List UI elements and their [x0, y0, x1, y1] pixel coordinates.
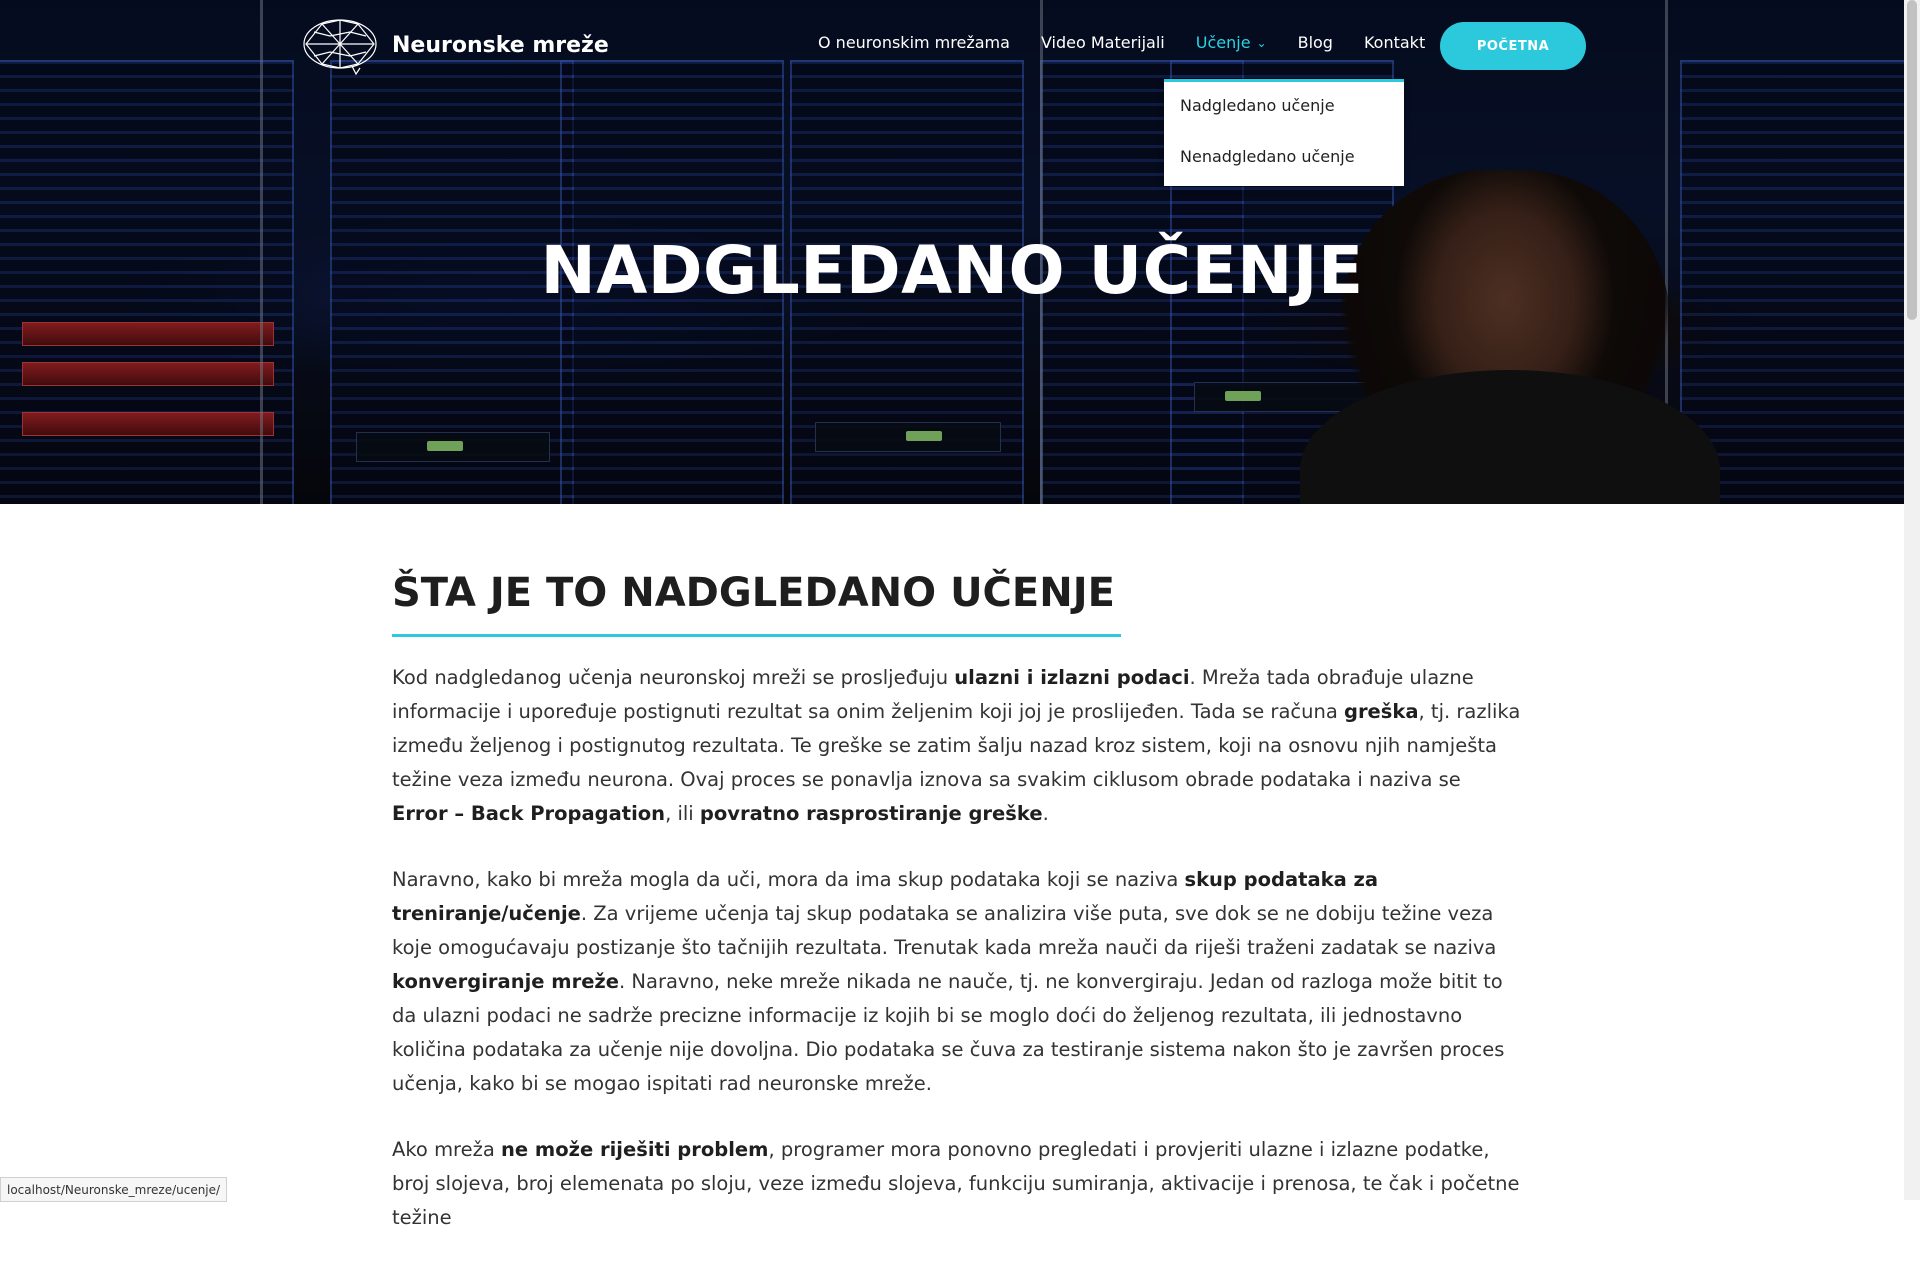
ucenje-dropdown-menu: Nadgledano učenje Nenadgledano učenje: [1164, 79, 1404, 186]
brain-icon: [303, 19, 377, 76]
nav-o-neuronskim-mrezama[interactable]: O neuronskim mrežama: [818, 33, 1010, 52]
paragraph-1: Kod nadgledanog učenja neuronskoj mreži …: [392, 666, 1521, 825]
scrollbar-thumb[interactable]: [1907, 0, 1917, 320]
hero-title: NADGLEDANO UČENJE: [540, 232, 1364, 309]
page-scrollbar[interactable]: [1904, 0, 1920, 1200]
title-underline: [392, 634, 1121, 637]
paragraph-3: Ako mreža ne može riješiti problem, prog…: [392, 1138, 1520, 1229]
nav-ucenje[interactable]: Učenje ⌄: [1196, 33, 1267, 52]
paragraph-2: Naravno, kako bi mreža mogla da uči, mor…: [392, 868, 1505, 1095]
nav-blog[interactable]: Blog: [1298, 33, 1333, 52]
pocetna-button[interactable]: POČETNA: [1440, 22, 1586, 70]
main-nav: O neuronskim mrežama Video Materijali Uč…: [818, 33, 1456, 52]
nav-video-materijali[interactable]: Video Materijali: [1041, 33, 1165, 52]
main-content: ŠTA JE TO NADGLEDANO UČENJE Kod nadgleda…: [392, 570, 1522, 1267]
site-name: Neuronske mreže: [392, 32, 609, 58]
nav-ucenje-label: Učenje: [1195, 33, 1251, 52]
site-logo[interactable]: Neuronske mreže: [300, 14, 609, 76]
status-bar-url: localhost/Neuronske_mreze/ucenje/: [0, 1177, 228, 1202]
nav-kontakt[interactable]: Kontakt: [1364, 33, 1425, 52]
section-title: ŠTA JE TO NADGLEDANO UČENJE: [392, 570, 1115, 616]
dropdown-item-nadgledano[interactable]: Nadgledano učenje: [1180, 96, 1335, 115]
chevron-down-icon: ⌄: [1256, 35, 1267, 50]
dropdown-item-nenadgledano[interactable]: Nenadgledano učenje: [1180, 147, 1355, 166]
